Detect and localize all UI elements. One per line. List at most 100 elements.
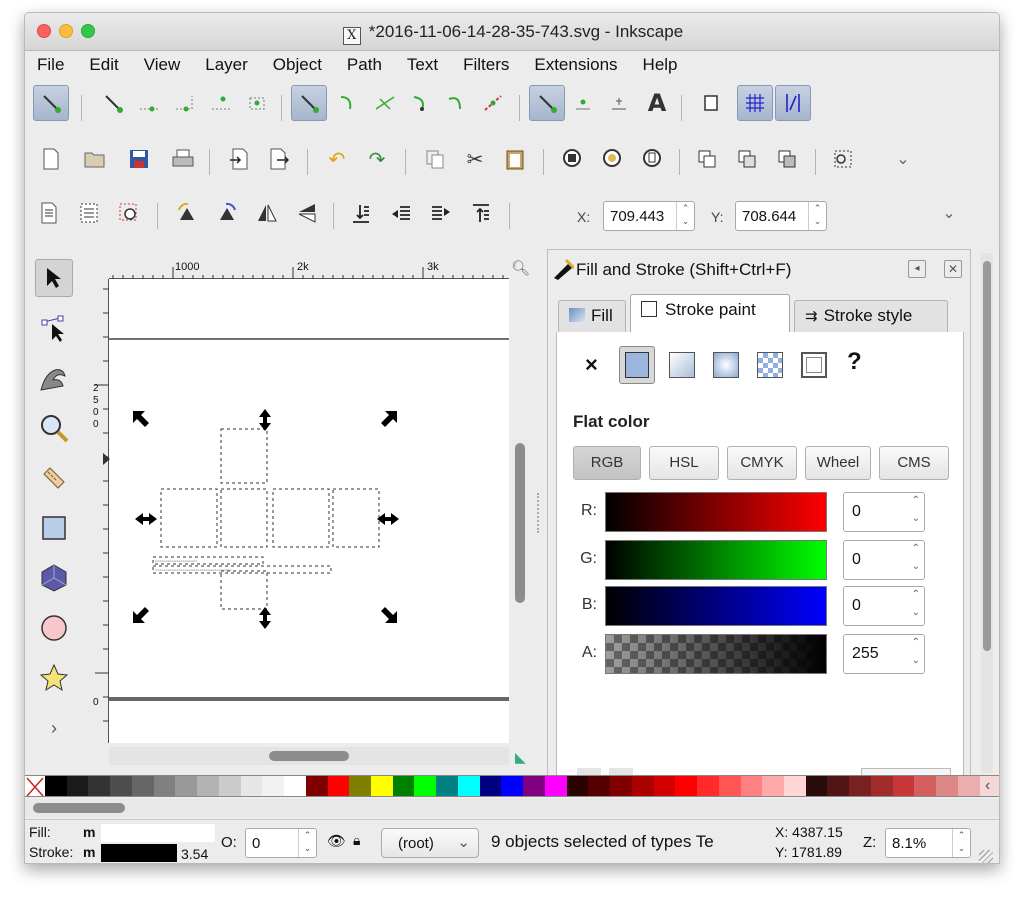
menu-help[interactable]: Help xyxy=(643,55,678,75)
palette-swatch[interactable] xyxy=(284,776,306,796)
palette-swatch[interactable] xyxy=(697,776,719,796)
snap-toggle-icon[interactable] xyxy=(33,85,69,121)
snap-object-center-icon[interactable] xyxy=(565,85,601,121)
palette-swatch[interactable] xyxy=(45,776,67,796)
zoom-spin-arrows[interactable]: ⌃ ⌄ xyxy=(952,829,970,857)
mode-wheel-tab[interactable]: Wheel xyxy=(805,446,871,480)
3d-box-tool-icon[interactable] xyxy=(35,559,73,597)
palette-swatch[interactable] xyxy=(631,776,654,796)
palette-swatch[interactable] xyxy=(588,776,611,796)
clone-icon[interactable] xyxy=(729,141,765,177)
palette-swatch[interactable] xyxy=(566,776,589,796)
palette-menu-icon[interactable]: ‹ xyxy=(985,777,990,795)
cut-icon[interactable]: ✂ xyxy=(457,141,493,177)
palette-swatch[interactable] xyxy=(131,776,154,796)
layer-visibility-icon[interactable]: 👁︎ xyxy=(327,832,346,850)
save-document-icon[interactable] xyxy=(121,141,157,177)
palette-swatch[interactable] xyxy=(110,776,132,796)
export-icon[interactable] xyxy=(261,141,297,177)
palette-swatch[interactable] xyxy=(827,776,850,796)
linear-gradient-button[interactable] xyxy=(669,352,695,378)
palette-swatch[interactable] xyxy=(197,776,219,796)
spin-down-icon[interactable]: ⌄ xyxy=(912,607,920,618)
palette-swatch[interactable] xyxy=(349,776,372,796)
spin-down-icon[interactable]: ⌄ xyxy=(912,513,920,524)
select-all-layers-icon[interactable] xyxy=(71,195,107,231)
palette-swatch[interactable] xyxy=(457,776,480,796)
palette-swatch[interactable] xyxy=(653,776,676,796)
panel-iconify-icon[interactable]: ◂ xyxy=(908,260,926,278)
snap-page-border-icon[interactable] xyxy=(693,85,729,121)
palette-swatch[interactable] xyxy=(740,776,763,796)
spin-up-icon[interactable]: ⌃ xyxy=(912,589,920,600)
y-spin-arrows[interactable]: ⌃ ⌄ xyxy=(808,202,826,230)
opacity-spin-arrows[interactable]: ⌃ ⌄ xyxy=(298,829,316,857)
snap-rotation-center-icon[interactable] xyxy=(601,85,637,121)
vertical-scroll-thumb[interactable] xyxy=(515,443,525,603)
drawing-canvas[interactable]: ◦◦◦◦◦◦◦◦◦◦◦◦◦◦◦◦◦◦◦◦ ◦◦◦◦◦◦◦◦◦◦◦◦◦◦◦◦◦◦◦… xyxy=(109,279,509,743)
palette-scrollbar[interactable] xyxy=(25,799,999,817)
stroke-swatch[interactable] xyxy=(101,844,177,862)
x-coord-input[interactable]: 709.443 ⌃ ⌄ xyxy=(603,201,695,231)
zoom-tool-icon[interactable] xyxy=(35,409,73,447)
undo-icon[interactable]: ↶ xyxy=(319,141,355,177)
chevron-down-icon[interactable]: ⌄ xyxy=(931,195,967,231)
zoom-input[interactable]: 8.1% ⌃ ⌄ xyxy=(885,828,971,858)
spin-down-icon[interactable]: ⌄ xyxy=(912,655,920,666)
spin-up-icon[interactable]: ⌃ xyxy=(912,495,920,506)
palette-swatch[interactable] xyxy=(305,776,328,796)
spin-up-icon[interactable]: ⌃ xyxy=(912,637,920,648)
palette-swatch[interactable] xyxy=(762,776,784,796)
more-tools-chevron-icon[interactable]: › xyxy=(35,709,73,747)
snap-smooth-nodes-icon[interactable] xyxy=(439,85,475,121)
palette-swatch[interactable] xyxy=(849,776,871,796)
palette-swatch[interactable] xyxy=(175,776,198,796)
snap-bbox-center-icon[interactable] xyxy=(239,85,275,121)
spin-down-icon[interactable]: ⌄ xyxy=(912,561,920,572)
snap-paths-icon[interactable] xyxy=(331,85,367,121)
menu-text[interactable]: Text xyxy=(407,55,438,75)
rotate-ccw-icon[interactable] xyxy=(169,195,205,231)
group-icon[interactable] xyxy=(825,141,861,177)
palette-swatch[interactable] xyxy=(783,776,806,796)
snap-bbox-corner-icon[interactable] xyxy=(167,85,203,121)
snap-cusp-nodes-icon[interactable] xyxy=(403,85,439,121)
palette-swatch[interactable] xyxy=(240,776,263,796)
rectangle-tool-icon[interactable] xyxy=(35,509,73,547)
palette-swatch[interactable] xyxy=(88,776,111,796)
alpha-slider[interactable] xyxy=(605,634,827,674)
layer-dropdown[interactable]: (root) ⌄ xyxy=(381,828,479,858)
zoom-drawing-icon[interactable] xyxy=(595,141,631,177)
palette-swatch[interactable] xyxy=(675,776,698,796)
unset-paint-button[interactable]: ? xyxy=(847,348,862,376)
snap-intersections-icon[interactable] xyxy=(367,85,403,121)
palette-swatch[interactable] xyxy=(610,776,632,796)
panel-divider-handle[interactable] xyxy=(537,493,541,533)
lower-icon[interactable] xyxy=(383,195,419,231)
palette-swatch[interactable] xyxy=(327,776,350,796)
snap-guides-icon[interactable] xyxy=(775,85,811,121)
palette-swatch[interactable] xyxy=(523,776,545,796)
menu-view[interactable]: View xyxy=(144,55,181,75)
mode-rgb-tab[interactable]: RGB xyxy=(573,446,641,480)
open-document-icon[interactable] xyxy=(77,141,113,177)
snap-grid-icon[interactable] xyxy=(737,85,773,121)
no-color-swatch[interactable] xyxy=(25,776,45,797)
panel-scrollbar[interactable] xyxy=(981,253,993,773)
selector-tool-icon[interactable] xyxy=(35,259,73,297)
copy-icon[interactable] xyxy=(417,141,453,177)
palette-swatch[interactable] xyxy=(957,776,980,796)
zoom-selection-icon[interactable] xyxy=(555,141,591,177)
spin-up-icon[interactable]: ⌃ xyxy=(912,543,920,554)
palette-swatch[interactable] xyxy=(414,776,437,796)
palette-swatch[interactable] xyxy=(936,776,958,796)
blue-slider[interactable] xyxy=(605,586,827,626)
opacity-input[interactable]: 0 ⌃ ⌄ xyxy=(245,828,317,858)
menu-edit[interactable]: Edit xyxy=(89,55,118,75)
menu-file[interactable]: File xyxy=(37,55,64,75)
palette-swatch[interactable] xyxy=(805,776,828,796)
red-slider[interactable] xyxy=(605,492,827,532)
panel-scroll-thumb[interactable] xyxy=(983,261,991,651)
palette-swatch[interactable] xyxy=(718,776,741,796)
menu-extensions[interactable]: Extensions xyxy=(534,55,617,75)
